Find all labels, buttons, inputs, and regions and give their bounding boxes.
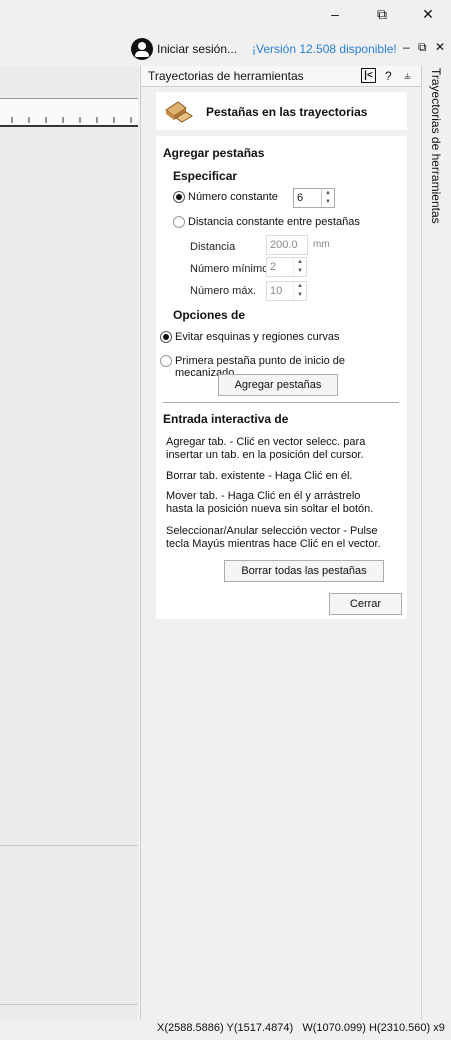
avoid-corners-label: Evitar esquinas y regiones curvas xyxy=(175,331,340,343)
constant-number-value: 6 xyxy=(297,192,304,204)
pin-icon[interactable]: ⫨ xyxy=(404,68,411,83)
form-header: Pestañas en las trayectorias xyxy=(156,92,407,130)
add-tabs-title: Agregar pestañas xyxy=(163,146,265,160)
sub-close-button[interactable]: ✕ xyxy=(435,40,445,54)
sub-restore-button[interactable]: ⧉ xyxy=(418,40,427,55)
status-coordinates: X(2588.5886) Y(1517.4874) W(1070.099) H(… xyxy=(157,1022,445,1034)
stepper-arrows-icon[interactable]: ▲ ▼ xyxy=(293,282,306,300)
close-button-form[interactable]: Cerrar xyxy=(329,593,402,615)
panel-title-bar: Trayectorias de herramientas |< ? ⫨ xyxy=(141,66,421,87)
side-tab-label: Trayectorias de herramientas xyxy=(429,68,443,224)
interactive-help-2: Borrar tab. existente - Haga Clić en él. xyxy=(166,470,353,482)
canvas-divider xyxy=(0,845,138,846)
signin-button[interactable]: Iniciar sesión... xyxy=(131,38,237,60)
distance-unit: mm xyxy=(313,239,330,250)
distance-input[interactable]: 200.0 xyxy=(266,235,308,255)
max-number-label: Número máx. xyxy=(190,285,257,297)
drawing-canvas[interactable] xyxy=(0,66,138,1020)
avoid-corners-radio[interactable] xyxy=(160,331,172,343)
side-tab-toolpaths[interactable]: Trayectorias de herramientas xyxy=(421,68,451,240)
max-number-value: 10 xyxy=(270,285,283,297)
constant-distance-radio[interactable] xyxy=(173,216,185,228)
max-number-stepper[interactable]: 10 ▲ ▼ xyxy=(266,281,307,301)
tabs-icon xyxy=(165,101,193,123)
interactive-title: Entrada interactiva de xyxy=(163,412,289,426)
distance-label: Distancia xyxy=(190,241,236,253)
restore-button[interactable]: ⧉ xyxy=(372,6,392,23)
help-icon[interactable]: ? xyxy=(385,69,392,83)
sub-minimize-button[interactable]: – xyxy=(403,40,410,54)
constant-number-stepper[interactable]: 6 ▲ ▼ xyxy=(293,188,335,208)
add-tabs-button[interactable]: Agregar pestañas xyxy=(218,374,338,396)
constant-number-radio[interactable] xyxy=(173,191,185,203)
interactive-help-1: Agregar tab. - Clić en vector selecc. pa… xyxy=(166,436,366,461)
close-button[interactable]: ✕ xyxy=(418,6,438,23)
minimize-button[interactable]: – xyxy=(325,6,345,22)
min-number-stepper[interactable]: 2 ▲ ▼ xyxy=(266,257,307,277)
user-icon xyxy=(131,38,153,60)
options-title: Opciones de xyxy=(173,308,246,322)
section-divider xyxy=(163,402,399,403)
min-number-value: 2 xyxy=(270,261,277,273)
constant-distance-label: Distancia constante entre pestañas xyxy=(188,216,360,228)
constant-number-label: Número constante xyxy=(188,191,278,203)
stepper-arrows-icon[interactable]: ▲ ▼ xyxy=(293,258,306,276)
specify-title: Especificar xyxy=(173,169,238,183)
canvas-divider xyxy=(0,1004,138,1005)
tabs-form: Agregar pestañas Especificar Número cons… xyxy=(156,136,407,619)
clear-all-tabs-button[interactable]: Borrar todas las pestañas xyxy=(224,560,384,582)
interactive-help-4: Seleccionar/Anular selección vector - Pu… xyxy=(166,525,381,550)
first-tab-radio[interactable] xyxy=(160,355,172,367)
min-number-label: Número mínimo xyxy=(190,263,269,275)
signin-label: Iniciar sesión... xyxy=(157,42,238,56)
version-link[interactable]: ¡Versión 12.508 disponible! xyxy=(252,42,397,56)
collapse-icon[interactable]: |< xyxy=(361,68,376,83)
horizontal-ruler xyxy=(0,98,138,127)
stepper-arrows-icon[interactable]: ▲ ▼ xyxy=(321,189,334,207)
interactive-help-3: Mover tab. - Haga Clić en él y arrástrel… xyxy=(166,490,374,515)
form-title: Pestañas en las trayectorias xyxy=(206,105,368,119)
panel-title: Trayectorias de herramientas xyxy=(148,69,304,83)
distance-value: 200.0 xyxy=(270,239,298,251)
